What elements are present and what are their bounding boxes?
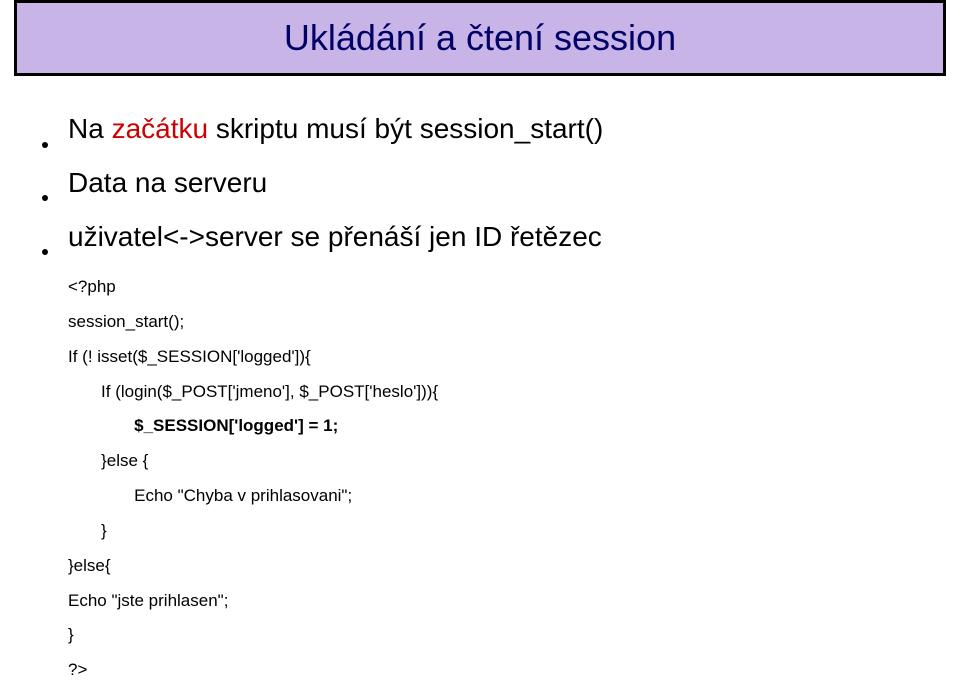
bullet-icon	[42, 164, 68, 216]
code-block: <?php session_start(); If (! isset($_SES…	[68, 270, 438, 688]
page-title: Ukládání a čtení session	[284, 17, 676, 58]
list-item: uživatel<->server se přenáší jen ID řetě…	[42, 218, 922, 270]
code-line: ?>	[68, 653, 438, 688]
bullet-list: Na začátku skriptu musí být session_star…	[42, 110, 922, 271]
code-line: Echo "Chyba v prihlasovani";	[68, 479, 438, 514]
code-line: }else {	[68, 444, 438, 479]
text-segment: Data na serveru	[68, 167, 267, 198]
text-highlight: začátku	[112, 113, 209, 144]
code-line: }	[68, 618, 438, 653]
text-segment: skriptu musí být session_start()	[208, 113, 603, 144]
bullet-text: uživatel<->server se přenáší jen ID řetě…	[68, 218, 922, 256]
bullet-text: Na začátku skriptu musí být session_star…	[68, 110, 922, 148]
text-segment: uživatel<->server se přenáší jen ID řetě…	[68, 221, 602, 252]
bullet-icon	[42, 110, 68, 162]
bullet-text: Data na serveru	[68, 164, 922, 202]
code-line: }else{	[68, 549, 438, 584]
slide: Ukládání a čtení session Na začátku skri…	[0, 0, 960, 670]
list-item: Data na serveru	[42, 164, 922, 216]
code-line: session_start();	[68, 305, 438, 340]
code-line: }	[68, 514, 438, 549]
title-box: Ukládání a čtení session	[14, 0, 946, 76]
code-line: Echo "jste prihlasen";	[68, 584, 438, 619]
bullet-icon	[42, 218, 68, 270]
list-item: Na začátku skriptu musí být session_star…	[42, 110, 922, 162]
code-line: $_SESSION['logged'] = 1;	[68, 409, 438, 444]
code-line: If (login($_POST['jmeno'], $_POST['heslo…	[68, 375, 438, 410]
code-line: <?php	[68, 270, 438, 305]
text-segment: Na	[68, 113, 112, 144]
code-line: If (! isset($_SESSION['logged']){	[68, 340, 438, 375]
